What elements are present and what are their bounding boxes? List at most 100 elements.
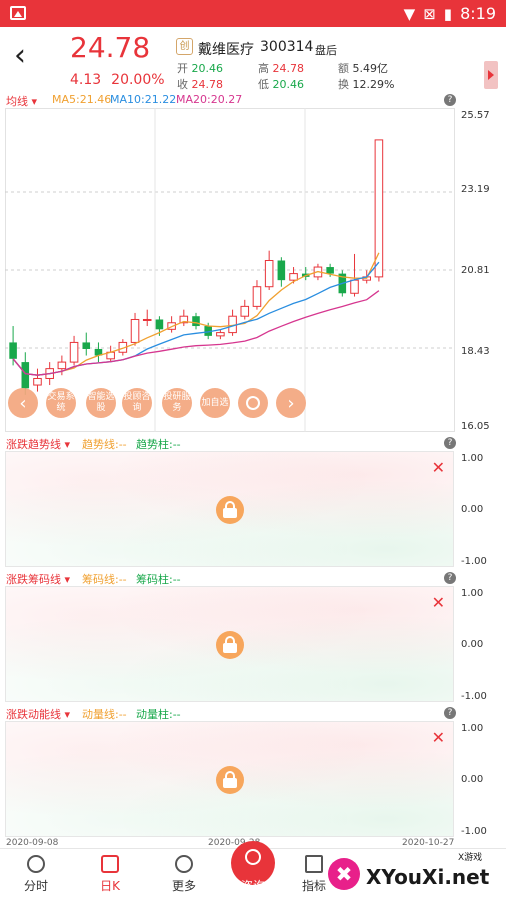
status-bar: ▼ ⊠ ▮ 8:19 [0, 0, 506, 27]
open-value: 20.46 [191, 62, 224, 75]
candle [374, 139, 384, 282]
panel1-body: ✕ [5, 451, 454, 567]
candle [130, 312, 140, 346]
amount-value: 5.49亿 [352, 62, 389, 75]
tab-daily-k[interactable]: 日K [80, 855, 140, 894]
panel2-line2: 筹码柱:-- [136, 573, 181, 586]
candle-body [350, 279, 359, 294]
candle-body [374, 139, 384, 278]
help-icon[interactable]: ? [444, 707, 456, 719]
status-icons: ▼ ⊠ ▮ 8:19 [404, 4, 496, 23]
close-icon[interactable]: ✕ [432, 458, 445, 477]
consult-label: 咨询 [240, 879, 265, 893]
panel2-y-top: 1.00 [461, 588, 484, 599]
watermark-logo: ✖ XYouXi.net X游戏 [328, 851, 490, 890]
candle [264, 250, 274, 290]
more-icon [175, 855, 193, 873]
quick-advisor[interactable]: 投顾咨询 [122, 388, 152, 418]
panel3-line2: 动量柱:-- [136, 708, 181, 721]
quick-label: 投研服务 [163, 392, 191, 413]
quick-label: 交易系统 [47, 392, 75, 413]
candle-body [57, 361, 67, 370]
x-label-start: 2020-09-08 [6, 838, 59, 848]
tab-label: 指标 [301, 879, 326, 893]
candle-body [252, 286, 262, 307]
candle-body [192, 316, 200, 327]
panel2-y-mid: 0.00 [461, 639, 484, 650]
candle [167, 316, 176, 333]
chevron-right-icon: › [287, 392, 295, 414]
change-percent: 20.00% [111, 72, 165, 88]
close-icon[interactable]: ✕ [432, 593, 445, 612]
scroll-left-button[interactable]: ‹ [8, 388, 38, 418]
tab-label: 日K [100, 879, 120, 893]
kline-chart [5, 108, 455, 432]
panel3-dropdown[interactable]: 涨跌动能线 ▾ [6, 706, 70, 722]
y-label-2: 23.19 [461, 184, 490, 195]
candle [228, 309, 237, 336]
back-arrow-icon[interactable]: ‹ [14, 41, 26, 71]
candle-body [82, 342, 91, 349]
clock: 8:19 [460, 4, 496, 23]
indicator-label: 均线 [6, 95, 28, 108]
ma20-label: MA20:20.27 [176, 93, 243, 106]
panel2-line1: 筹码线:-- [82, 573, 127, 586]
kline-icon [101, 855, 119, 873]
market-status: 盘后 [315, 44, 337, 57]
candle-body [289, 273, 298, 281]
ma5-label: MA5:21.46 [52, 93, 112, 106]
amount-label: 额 [338, 62, 349, 75]
tab-more[interactable]: 更多 [154, 855, 214, 894]
quote-low: 低 20.46 [258, 76, 304, 92]
panel1-dropdown[interactable]: 涨跌趋势线 ▾ [6, 436, 70, 452]
candle-body [326, 267, 334, 274]
tab-label: 分时 [23, 879, 48, 893]
help-icon[interactable]: ? [444, 572, 456, 584]
quick-add-watchlist[interactable]: 加自选 [200, 388, 230, 418]
coin-icon [245, 849, 261, 865]
help-icon[interactable]: ? [444, 437, 456, 449]
quick-research[interactable]: 投研服务 [162, 388, 192, 418]
lock-icon[interactable] [216, 496, 244, 524]
panel1-line1: 趋势线:-- [82, 438, 127, 451]
svg-text:✖: ✖ [336, 862, 353, 886]
chevron-left-icon: ‹ [19, 392, 27, 414]
quote-amount: 额 5.49亿 [338, 60, 388, 76]
quote-close: 收 24.78 [177, 76, 223, 92]
indicator-dropdown[interactable]: 均线 ▾ [6, 93, 37, 109]
panel1-y-mid: 0.00 [461, 504, 484, 515]
panel3-title: 涨跌动能线 [6, 708, 61, 721]
stock-code: 300314 [260, 39, 314, 55]
candle [301, 267, 310, 281]
candle-body [21, 362, 30, 389]
panel2-dropdown[interactable]: 涨跌筹码线 ▾ [6, 571, 70, 587]
turnover-value: 12.29% [352, 78, 395, 91]
expand-arrow-icon[interactable] [484, 61, 498, 89]
candle [277, 257, 286, 287]
tab-intraday[interactable]: 分时 [6, 855, 66, 894]
panel2-body: ✕ [5, 586, 454, 702]
quote-turnover: 换 12.29% [338, 76, 394, 92]
quick-smart-picks[interactable]: 智能选股 [86, 388, 116, 418]
candle-body [130, 318, 140, 343]
candle [69, 335, 79, 366]
candle-body [9, 342, 17, 359]
panel3-line1: 动量线:-- [82, 708, 127, 721]
turnover-label: 换 [338, 78, 349, 91]
stock-name: 戴维医疗 [198, 42, 254, 58]
stock-header: ‹ 24.78 4.13 20.00% 创 戴维医疗 300314 盘后 开 2… [0, 27, 506, 91]
lock-icon[interactable] [216, 631, 244, 659]
candle-body [216, 332, 225, 337]
search-button[interactable] [238, 388, 268, 418]
quick-trading-system[interactable]: 交易系统 [46, 388, 76, 418]
watermark-small: X游戏 [458, 851, 482, 863]
close-label: 收 [177, 78, 188, 91]
lock-icon[interactable] [216, 766, 244, 794]
open-label: 开 [177, 62, 188, 75]
panel3-body: ✕ [5, 721, 454, 837]
y-label-1: 25.57 [461, 110, 490, 121]
scroll-right-button[interactable]: › [276, 388, 306, 418]
panel3-y-top: 1.00 [461, 723, 484, 734]
help-icon[interactable]: ? [444, 94, 456, 106]
close-icon[interactable]: ✕ [432, 728, 445, 747]
